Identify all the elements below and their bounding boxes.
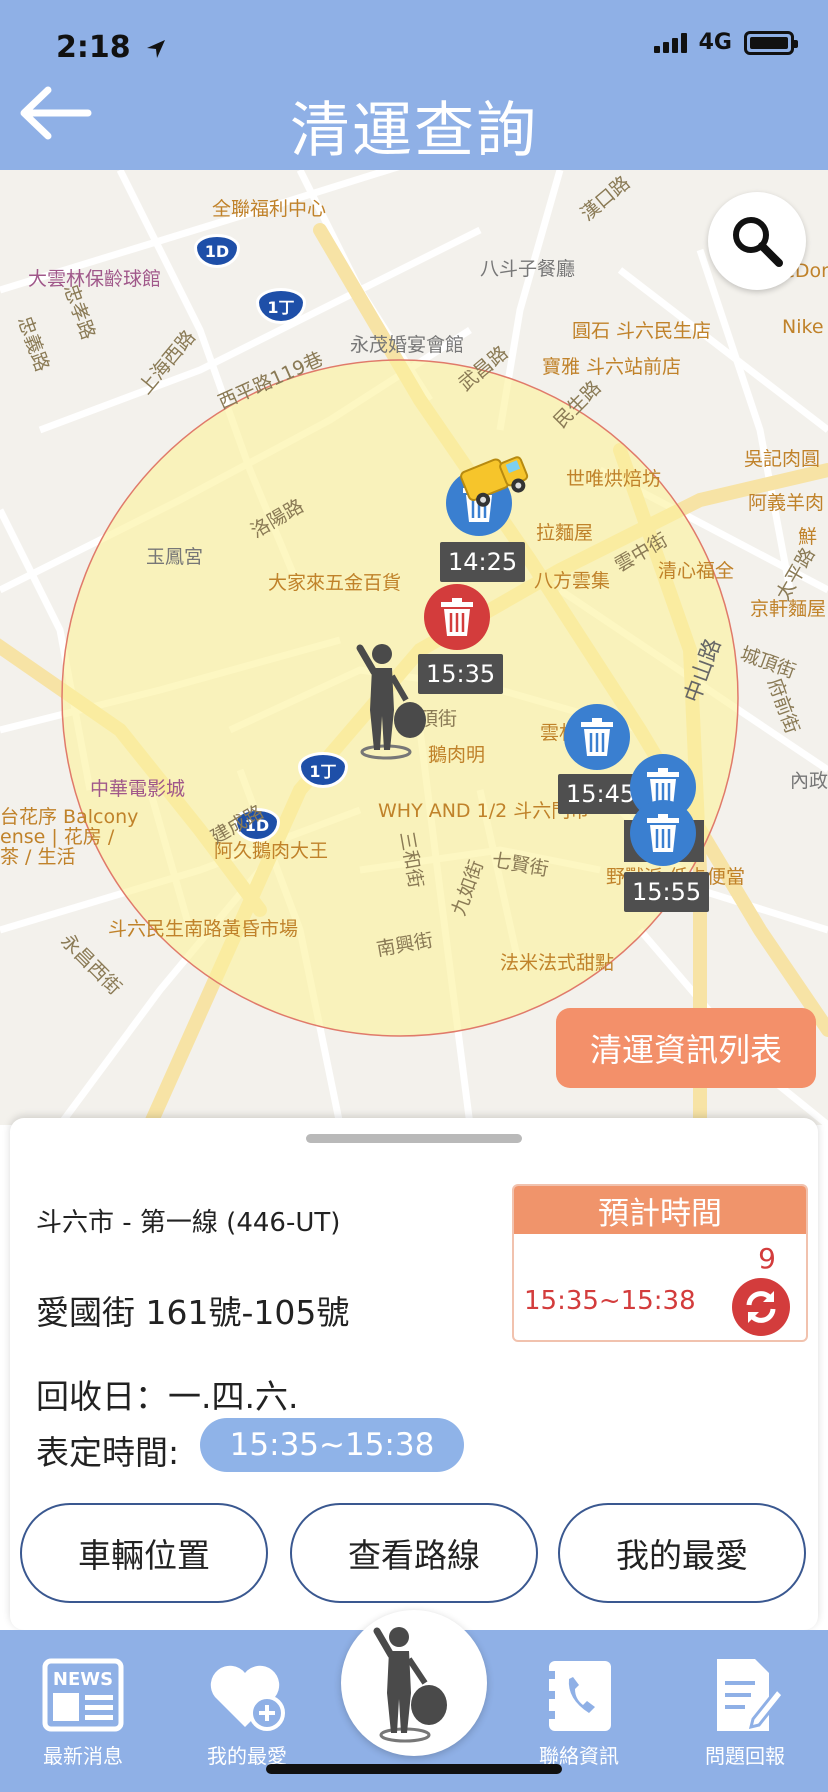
garbage-collector-icon — [373, 1627, 447, 1743]
tab-news[interactable]: NEWS 最新消息 — [18, 1652, 148, 1769]
report-form-icon — [717, 1659, 785, 1731]
battery-icon — [744, 30, 798, 55]
map-poi-label: 中華電影城 — [90, 778, 186, 800]
map-poi-label: 大雲林保齡球館 — [28, 268, 162, 290]
trash-bin-icon — [581, 718, 613, 756]
map-poi-label: 世唯烘焙坊 — [566, 468, 662, 490]
estimated-time-value: 15:35~15:38 — [524, 1286, 696, 1316]
map-poi-label: 玉鳳宮 — [146, 546, 204, 568]
route-name: 斗六市 - 第一線 (446-UT) — [36, 1208, 341, 1238]
map-poi-label: 圓石 斗六民生店 — [572, 320, 712, 342]
status-time-text: 2:18 — [56, 30, 131, 65]
svg-text:NEWS: NEWS — [53, 1669, 113, 1690]
heart-plus-icon — [210, 1665, 285, 1731]
status-indicators: 4G — [653, 30, 798, 55]
location-arrow-icon — [147, 39, 166, 58]
signal-icon — [653, 32, 687, 53]
user-location-icon — [354, 640, 434, 764]
home-indicator — [266, 1764, 562, 1774]
search-button[interactable] — [708, 192, 806, 290]
collection-point-marker[interactable] — [564, 704, 630, 770]
vehicle-location-button[interactable]: 車輛位置 — [20, 1503, 268, 1603]
map-poi-label: 八斗子餐廳 — [480, 258, 576, 280]
page-title: 清運查詢 — [290, 96, 538, 166]
collection-time-label: 15:55 — [624, 872, 710, 912]
stop-address: 愛國街 161號-105號 — [36, 1293, 350, 1332]
map-poi-label: 清心福全 — [658, 560, 735, 582]
tab-feedback[interactable]: 問題回報 — [680, 1652, 810, 1769]
refresh-countdown: 9 — [758, 1242, 776, 1275]
tab-collection-query[interactable] — [341, 1610, 487, 1756]
map-poi-label: 全聯福利中心 — [212, 198, 327, 220]
collection-info-list-button[interactable]: 清運資訊列表 — [556, 1008, 816, 1088]
map-poi-label: 拉麵屋 — [536, 522, 594, 544]
trash-bin-icon — [441, 598, 473, 636]
map-poi-label: 大家來五金百貨 — [268, 572, 402, 594]
tab-news-label: 最新消息 — [43, 1744, 123, 1768]
collection-time-label: 14:25 — [440, 542, 526, 582]
drag-handle[interactable] — [306, 1134, 522, 1143]
map-poi-label: 寶雅 斗六站前店 — [542, 356, 682, 378]
route-info-panel: 斗六市 - 第一線 (446-UT) 愛國街 161號-105號 回收日：一.四… — [10, 1118, 818, 1630]
tab-feedback-label: 問題回報 — [705, 1744, 785, 1768]
view-route-button[interactable]: 查看路線 — [290, 1503, 538, 1603]
map-poi-label: 內政 — [790, 770, 828, 792]
map-poi-label: 斗六民生南路黃昏市場 — [108, 918, 299, 940]
network-type: 4G — [698, 30, 732, 55]
map-poi-label: 茶 / 生活 — [0, 846, 76, 868]
garbage-truck-icon[interactable] — [458, 438, 534, 512]
map-poi-label: 阿義羊肉 — [748, 492, 825, 514]
news-icon: NEWS — [42, 1658, 124, 1732]
map-poi-label: 吳記肉圓 — [744, 448, 821, 470]
refresh-icon — [746, 1291, 776, 1323]
map-poi-label: 永茂婚宴會館 — [350, 334, 465, 356]
tab-favorites[interactable]: 我的最愛 — [182, 1652, 312, 1769]
scheduled-time-value: 15:35~15:38 — [200, 1418, 464, 1472]
map-poi-label: 八方雲集 — [534, 570, 611, 592]
tab-contact[interactable]: 聯絡資訊 — [514, 1652, 644, 1769]
add-favorite-button[interactable]: 我的最愛 — [558, 1503, 806, 1603]
scheduled-time-label: 表定時間: — [36, 1433, 180, 1472]
status-time: 2:18 — [56, 30, 167, 65]
search-icon — [733, 217, 783, 267]
map-poi-label: 鵝肉明 — [428, 744, 486, 766]
map-poi-label: Nike — [782, 316, 824, 338]
estimated-time-card: 預計時間 9 15:35~15:38 — [512, 1184, 808, 1342]
estimated-time-title: 預計時間 — [514, 1186, 806, 1234]
collection-point-marker[interactable] — [630, 800, 696, 866]
phone-book-icon — [543, 1661, 611, 1731]
collection-days: 回收日：一.四.六. — [36, 1377, 299, 1416]
map-view[interactable]: 1D 1丁 1丁 1D 全聯福利中心 大雲林保齡球館 八斗子餐廳 永茂婚宴會館 … — [0, 170, 828, 1125]
refresh-button[interactable] — [732, 1278, 790, 1336]
map-poi-label: 法米法式甜點 — [500, 952, 615, 974]
trash-bin-icon — [647, 814, 679, 852]
app-header: 2:18 4G 清運查詢 — [0, 0, 828, 170]
